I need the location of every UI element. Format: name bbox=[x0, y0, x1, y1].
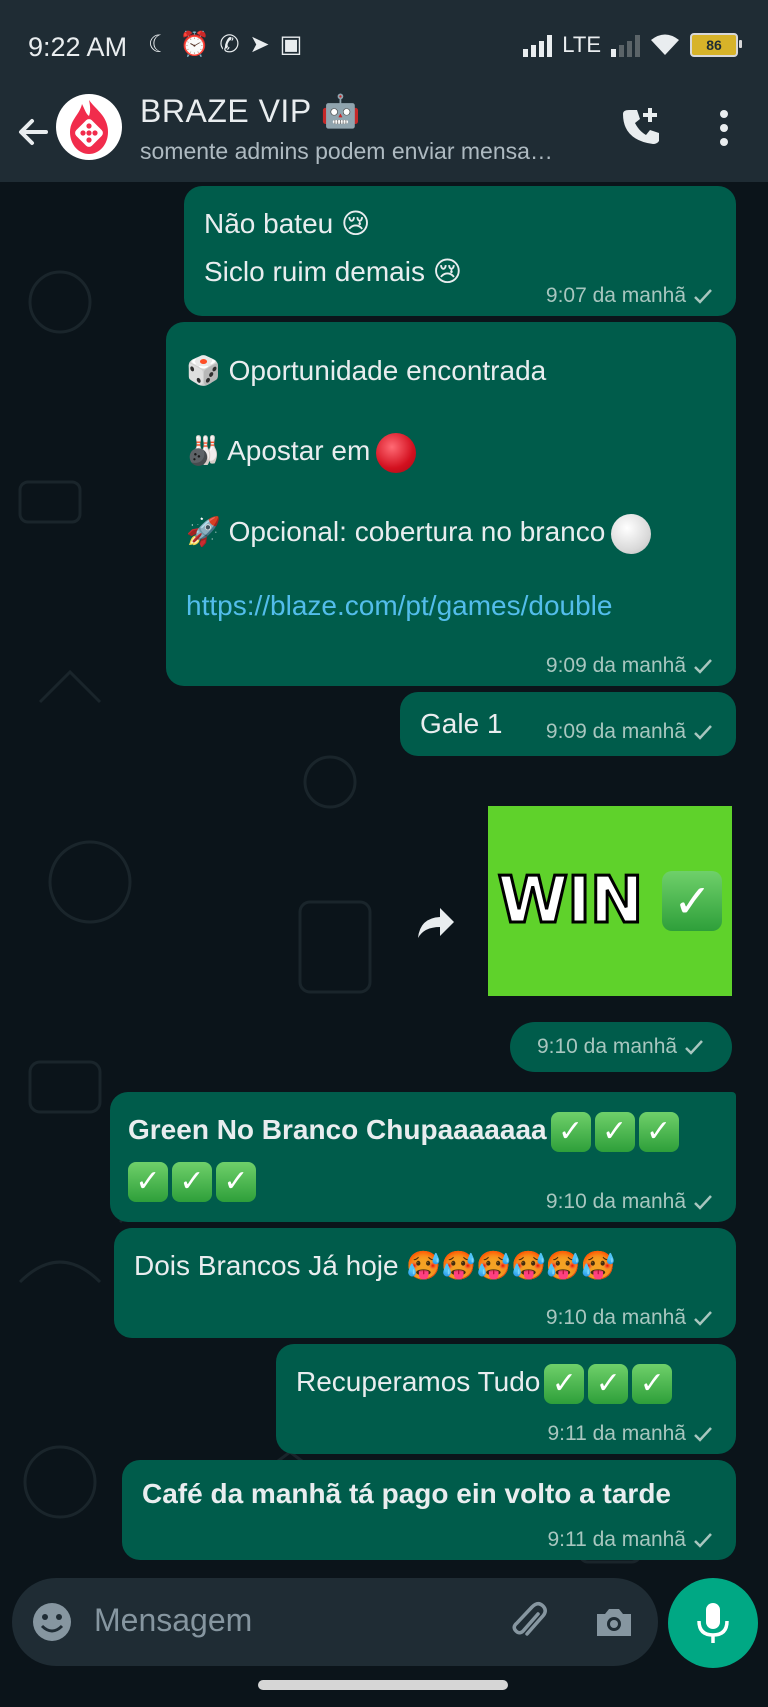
message-line-with-checks: Recuperamos Tudo ✓ ✓ ✓ bbox=[296, 1358, 716, 1406]
sticker-time: 9:10 da manhã bbox=[510, 1022, 732, 1072]
notification-icons: ☾ ⏰ ✆ ➤ ▣ bbox=[148, 30, 302, 59]
status-bar: 9:22 AM ☾ ⏰ ✆ ➤ ▣ LTE 86 bbox=[0, 0, 768, 92]
battery-level: 86 bbox=[706, 37, 722, 53]
mic-icon bbox=[697, 1603, 729, 1643]
chat-subtitle: somente admins podem enviar mensa… bbox=[140, 138, 553, 164]
check-icon bbox=[694, 1427, 712, 1442]
check-mark-icon: ✓ bbox=[594, 1111, 635, 1152]
message-line: Dois Brancos Já hoje 🥵🥵🥵🥵🥵🥵 bbox=[134, 1250, 616, 1281]
timestamp: 9:11 da manhã bbox=[547, 1528, 686, 1551]
win-sticker[interactable]: WIN ✓ bbox=[488, 806, 732, 996]
message-bubble[interactable]: Não bateu 😢 Siclo ruim demais 😢 9:07 da … bbox=[184, 186, 736, 316]
timestamp: 9:11 da manhã bbox=[547, 1422, 686, 1445]
message-bubble[interactable]: Café da manhã tá pago ein volto a tarde … bbox=[122, 1460, 736, 1560]
chat-header: BRAZE VIP 🤖 somente admins podem enviar … bbox=[0, 92, 768, 182]
message-bubble[interactable]: Green No Branco Chupaaaaaaa ✓ ✓ ✓ ✓ ✓ ✓ 9:10 … bbox=[110, 1092, 736, 1222]
check-mark-icon: ✓ bbox=[128, 1161, 168, 1202]
mic-button[interactable] bbox=[668, 1578, 758, 1668]
timestamp: 9:10 da manhã bbox=[545, 1190, 686, 1213]
camera-icon[interactable] bbox=[592, 1600, 636, 1644]
check-mark-icon: ✓ bbox=[544, 1363, 585, 1404]
check-mark-icon: ✓ bbox=[172, 1161, 212, 1202]
message-bubble[interactable]: 🎲 Oportunidade encontrada 🎳 Apostar em 🚀… bbox=[166, 322, 736, 686]
message-line-with-dot: 🎳 Apostar em bbox=[186, 398, 716, 504]
group-avatar[interactable] bbox=[56, 94, 122, 160]
message-line-with-dot: 🚀 Opcional: cobertura no branco bbox=[186, 496, 716, 568]
timestamp: 9:10 da manhã bbox=[545, 1306, 686, 1329]
signal-2-icon bbox=[611, 33, 640, 57]
message-time: 9:11 da manhã bbox=[547, 1422, 714, 1446]
message-line: 🎲 Oportunidade encontrada bbox=[186, 355, 547, 386]
timestamp: 9:10 da manhã bbox=[536, 1035, 678, 1058]
check-icon bbox=[694, 1195, 712, 1210]
check-mark-icon: ✓ bbox=[216, 1161, 256, 1202]
timestamp: 9:07 da manhã bbox=[545, 284, 686, 307]
message-bubble[interactable]: Dois Brancos Já hoje 🥵🥵🥵🥵🥵🥵 9:10 da manh… bbox=[114, 1228, 736, 1338]
wifi-icon bbox=[651, 34, 679, 55]
forward-icon[interactable] bbox=[416, 906, 456, 940]
check-icon bbox=[694, 1311, 712, 1326]
timestamp: 9:09 da manhã bbox=[545, 654, 686, 677]
chat-title: BRAZE VIP 🤖 bbox=[140, 93, 361, 129]
chat-title-area[interactable]: BRAZE VIP 🤖 somente admins podem enviar … bbox=[140, 92, 610, 165]
emoji-icon[interactable] bbox=[30, 1600, 74, 1644]
message-line: Café da manhã tá pago ein volto a tarde bbox=[142, 1478, 672, 1509]
attach-icon[interactable] bbox=[508, 1600, 552, 1644]
red-circle-icon bbox=[376, 432, 417, 473]
check-mark-icon: ✓ bbox=[588, 1363, 629, 1404]
moon-icon: ☾ bbox=[148, 31, 170, 58]
message-line: 🎳 Apostar em bbox=[186, 435, 371, 466]
sticker-text: WIN bbox=[496, 863, 645, 940]
status-time: 9:22 AM bbox=[28, 32, 128, 62]
message-bubble[interactable]: Gale 1 9:09 da manhã bbox=[400, 692, 736, 756]
check-icon bbox=[694, 289, 712, 304]
blaze-logo-icon bbox=[70, 100, 108, 154]
back-arrow-icon[interactable] bbox=[12, 110, 56, 154]
message-time: 9:11 da manhã bbox=[547, 1528, 714, 1552]
home-indicator[interactable] bbox=[258, 1680, 508, 1690]
more-vert-icon[interactable] bbox=[712, 106, 736, 150]
add-call-icon[interactable] bbox=[620, 104, 664, 148]
message-time: 9:09 da manhã bbox=[546, 720, 714, 744]
message-link[interactable]: https://blaze.com/pt/games/double bbox=[186, 582, 716, 630]
check-icon bbox=[685, 1040, 703, 1055]
battery-icon: 86 bbox=[690, 33, 742, 57]
message-line: Recuperamos Tudo bbox=[296, 1366, 541, 1397]
message-line: Green No Branco Chupaaaaaaa bbox=[128, 1114, 547, 1145]
check-mark-icon: ✓ bbox=[632, 1363, 673, 1404]
check-icon bbox=[694, 659, 712, 674]
check-icon bbox=[694, 725, 712, 740]
telegram-icon: ➤ bbox=[249, 31, 270, 58]
message-time: 9:09 da manhã bbox=[546, 654, 714, 678]
check-icon bbox=[694, 1533, 712, 1548]
white-circle-icon bbox=[611, 513, 652, 554]
image-icon: ▣ bbox=[279, 31, 303, 58]
message-line: Não bateu 😢 bbox=[204, 208, 371, 239]
check-mark-icon: ✓ bbox=[638, 1111, 679, 1152]
message-time: 9:10 da manhã bbox=[546, 1190, 714, 1214]
message-input[interactable]: Mensagem bbox=[94, 1602, 252, 1639]
timestamp: 9:09 da manhã bbox=[545, 720, 686, 743]
alarm-icon: ⏰ bbox=[179, 31, 210, 58]
signal-icon bbox=[523, 33, 553, 57]
system-indicators: LTE 86 bbox=[523, 32, 742, 58]
message-bubble[interactable]: Recuperamos Tudo ✓ ✓ ✓ 9:11 da manhã bbox=[276, 1344, 736, 1454]
message-time: 9:10 da manhã bbox=[546, 1306, 714, 1330]
message-line: 🚀 Opcional: cobertura no branco bbox=[186, 516, 606, 547]
message-composer: Mensagem bbox=[12, 1578, 658, 1666]
check-mark-icon: ✓ bbox=[550, 1111, 591, 1152]
network-type: LTE bbox=[562, 32, 601, 57]
whatsapp-icon: ✆ bbox=[219, 31, 240, 58]
message-time: 9:07 da manhã bbox=[546, 284, 714, 308]
check-mark-icon: ✓ bbox=[662, 871, 723, 931]
message-line-with-checks: Green No Branco Chupaaaaaaa ✓ ✓ ✓ bbox=[128, 1106, 718, 1154]
